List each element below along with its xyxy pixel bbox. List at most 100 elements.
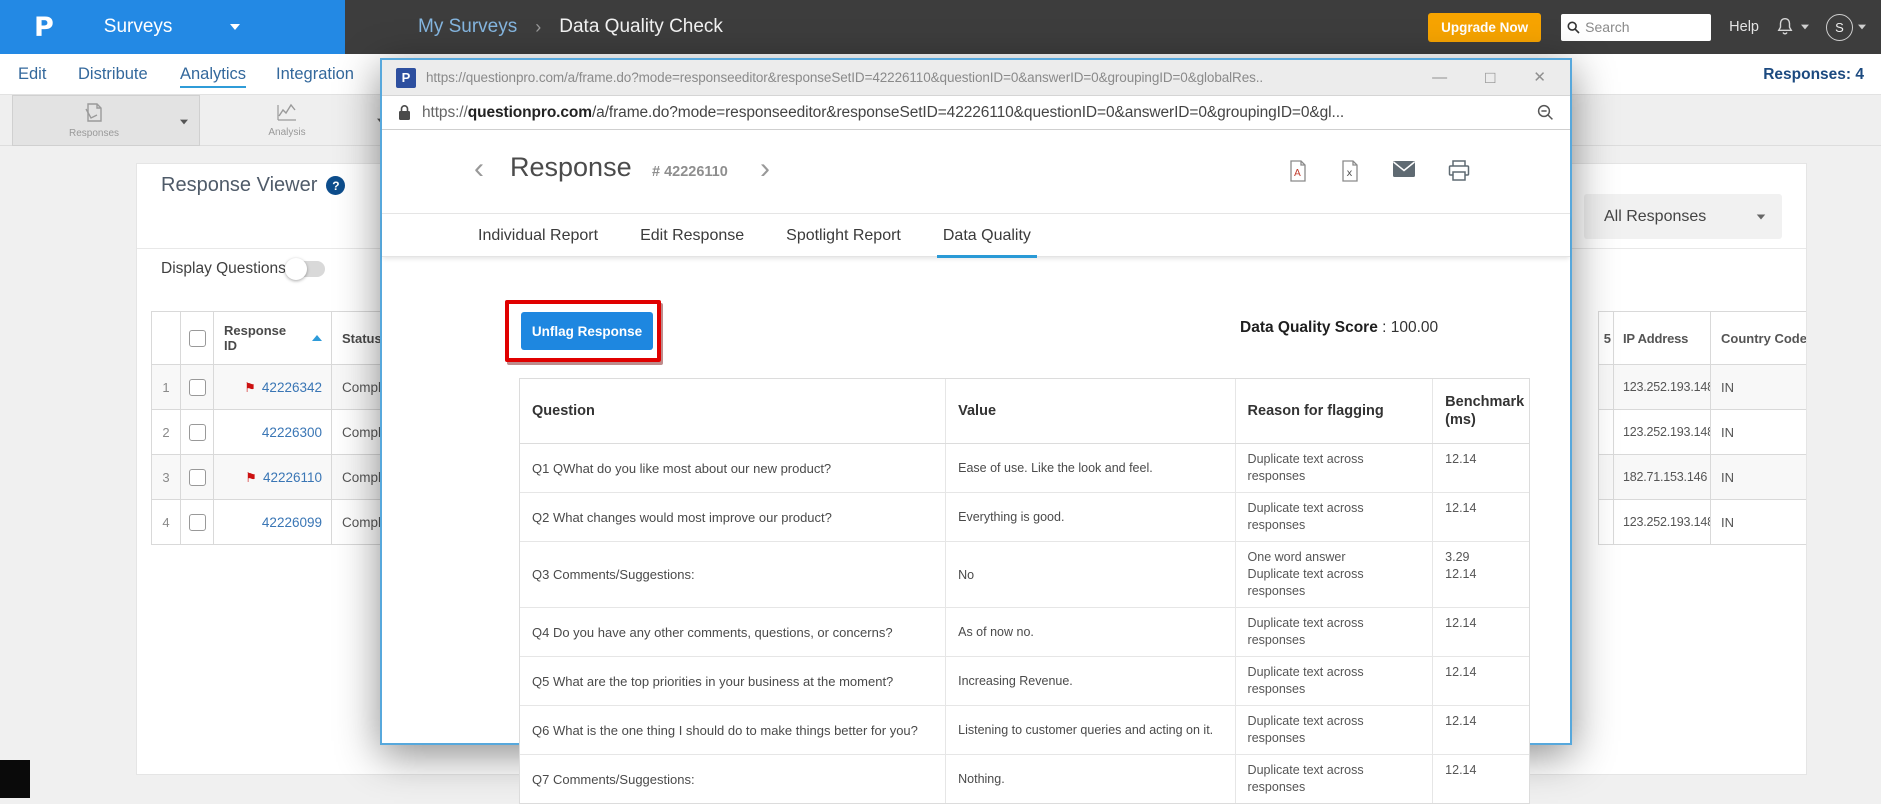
quality-table: Question Value Reason for flagging Bench… — [519, 378, 1530, 804]
search-icon — [1567, 20, 1580, 34]
benchmark-cell: 12.14 — [1445, 763, 1477, 777]
column-benchmark: Benchmark (ms) — [1445, 394, 1525, 428]
product-switcher[interactable]: P Surveys — [0, 0, 345, 54]
response-id-link[interactable]: 42226110 — [263, 470, 322, 485]
row-checkbox[interactable] — [188, 423, 206, 441]
row-number: 1 — [152, 365, 181, 409]
tab-edit[interactable]: Edit — [18, 54, 46, 95]
search-input[interactable] — [1585, 13, 1708, 41]
reason-cell: Duplicate text across responses — [1236, 444, 1434, 492]
response-id-link[interactable]: 42226300 — [262, 425, 322, 440]
pdf-export-icon[interactable]: A — [1288, 160, 1308, 182]
all-responses-label: All Responses — [1604, 207, 1707, 225]
tab-analytics[interactable]: Analytics — [180, 54, 247, 95]
breadcrumb-separator-icon: › — [535, 16, 542, 37]
column-value: Value — [946, 379, 1236, 443]
reason-cell: One word answer Duplicate text across re… — [1236, 542, 1434, 607]
question-cell: Q7 Comments/Suggestions: — [520, 755, 947, 803]
toolbar-analysis-button[interactable]: Analysis — [202, 95, 396, 146]
all-responses-dropdown[interactable]: All Responses — [1584, 194, 1782, 239]
notifications-menu[interactable] — [1775, 16, 1810, 38]
unflag-response-button[interactable]: Unflag Response — [521, 312, 653, 350]
account-menu[interactable]: S — [1826, 13, 1867, 41]
next-response-icon[interactable]: › — [760, 152, 770, 186]
value-cell: Listening to customer queries and acting… — [946, 706, 1236, 754]
breadcrumb: My Surveys › Data Quality Check — [418, 0, 723, 54]
window-title-bar[interactable]: P https://questionpro.com/a/frame.do?mod… — [382, 60, 1570, 96]
column-question: Question — [520, 379, 947, 443]
bell-icon — [1777, 17, 1793, 35]
question-cell: Q4 Do you have any other comments, quest… — [520, 608, 947, 656]
data-quality-score: Data Quality Score : 100.00 — [1240, 319, 1438, 337]
value-cell: No — [946, 542, 1236, 607]
row-checkbox[interactable] — [188, 513, 206, 531]
email-icon[interactable] — [1392, 160, 1416, 178]
lock-icon — [399, 105, 410, 120]
response-id-link[interactable]: 42226099 — [262, 515, 322, 530]
row-checkbox[interactable] — [188, 378, 206, 396]
select-all-checkbox[interactable] — [188, 329, 206, 347]
chevron-down-icon — [1801, 24, 1809, 30]
question-cell: Q1 QWhat do you like most about our new … — [520, 444, 947, 492]
value-cell: Increasing Revenue. — [946, 657, 1236, 705]
benchmark-cell: 12.14 — [1445, 665, 1477, 679]
upgrade-now-button[interactable]: Upgrade Now — [1428, 12, 1542, 42]
close-icon[interactable]: ✕ — [1533, 68, 1546, 88]
excel-export-icon[interactable]: x — [1340, 160, 1360, 182]
help-link[interactable]: Help — [1729, 19, 1759, 35]
display-questions-label: Display Questions — [161, 260, 286, 277]
tab-spotlight-report[interactable]: Spotlight Report — [786, 214, 901, 257]
quality-table-row: Q6 What is the one thing I should do to … — [520, 706, 1529, 755]
reason-cell: Duplicate text across responses — [1236, 493, 1434, 541]
ip-address-cell: 182.71.153.146 — [1614, 455, 1711, 499]
response-title: Response — [510, 152, 632, 182]
question-cell: Q5 What are the top priorities in your b… — [520, 657, 947, 705]
quality-table-row: Q1 QWhat do you like most about our new … — [520, 444, 1529, 493]
sort-ascending-icon[interactable] — [312, 335, 322, 341]
display-questions-toggle[interactable] — [285, 258, 325, 280]
ip-address-cell: 123.252.193.148 — [1614, 410, 1711, 454]
quality-table-row: Q4 Do you have any other comments, quest… — [520, 608, 1529, 657]
analysis-chart-icon — [277, 103, 296, 121]
quality-table-header: Question Value Reason for flagging Bench… — [520, 379, 1529, 444]
reason-cell: Duplicate text across responses — [1236, 657, 1434, 705]
row-number: 4 — [152, 500, 181, 544]
tab-individual-report[interactable]: Individual Report — [478, 214, 598, 257]
row-number: 2 — [152, 410, 181, 454]
top-bar: P Surveys My Surveys › Data Quality Chec… — [0, 0, 1881, 54]
question-cell: Q3 Comments/Suggestions: — [520, 542, 947, 607]
quality-table-row: Q3 Comments/Suggestions: No One word ans… — [520, 542, 1529, 608]
help-icon[interactable]: ? — [326, 176, 346, 195]
previous-response-icon[interactable]: ‹ — [474, 152, 484, 186]
tab-integration[interactable]: Integration — [276, 54, 354, 95]
column-response-id: Response ID — [224, 323, 287, 353]
benchmark-cell: 12.14 — [1445, 501, 1477, 515]
value-cell: As of now no. — [946, 608, 1236, 656]
zoom-out-icon[interactable] — [1537, 104, 1554, 121]
ip-address-cell: 123.252.193.148 — [1614, 500, 1711, 544]
tab-data-quality[interactable]: Data Quality — [936, 214, 1037, 258]
table-header-row: 5 IP Address Country Code — [1599, 312, 1806, 364]
tab-edit-response[interactable]: Edit Response — [640, 214, 744, 257]
screen-corner-artifact — [0, 760, 30, 798]
toolbar-responses-button[interactable]: Responses — [12, 95, 200, 146]
row-checkbox[interactable] — [188, 468, 206, 486]
value-cell: Everything is good. — [946, 493, 1236, 541]
maximize-icon[interactable]: □ — [1485, 68, 1495, 88]
table-row: 123.252.193.148 IN — [1599, 364, 1806, 409]
breadcrumb-my-surveys[interactable]: My Surveys — [418, 16, 517, 38]
table-row: 182.71.153.146 IN — [1599, 454, 1806, 499]
questionpro-favicon: P — [396, 67, 416, 88]
reason-cell: Duplicate text across responses — [1236, 608, 1434, 656]
ip-address-cell: 123.252.193.148 — [1614, 365, 1711, 409]
questionpro-logo: P — [34, 11, 54, 43]
quality-table-row: Q7 Comments/Suggestions: Nothing. Duplic… — [520, 755, 1529, 803]
tab-distribute[interactable]: Distribute — [78, 54, 148, 95]
minimize-icon[interactable]: — — [1432, 68, 1447, 88]
chevron-down-icon — [1756, 214, 1766, 220]
country-code-cell: IN — [1721, 424, 1734, 440]
chevron-down-icon[interactable] — [180, 119, 188, 125]
response-id-link[interactable]: 42226342 — [262, 380, 322, 395]
window-title-url: https://questionpro.com/a/frame.do?mode=… — [426, 70, 1264, 85]
print-icon[interactable] — [1448, 160, 1470, 181]
